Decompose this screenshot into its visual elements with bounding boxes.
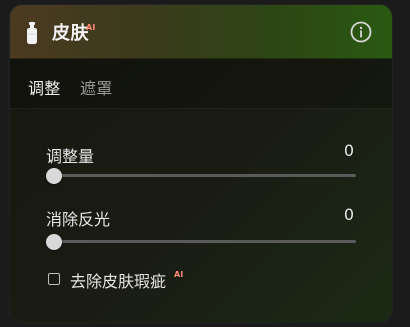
remove-blemishes-row[interactable]: 去除皮肤瑕疵 AI — [48, 268, 348, 292]
remove-shine-slider-track[interactable] — [46, 233, 356, 250]
adjust-amount-label: 调整量 — [46, 147, 95, 166]
panel-title: 皮肤 — [52, 23, 89, 44]
adjust-amount-slider-thumb[interactable] — [46, 167, 62, 184]
skin-panel: 皮肤 AI 调整 遮罩 调整量 0 消除反光 0 去除皮肤瑕疵 AI — [10, 5, 392, 322]
remove-blemishes-ai-badge: AI — [174, 270, 184, 279]
remove-blemishes-label: 去除皮肤瑕疵 — [70, 272, 167, 291]
tab-adjust[interactable]: 调整 — [28, 75, 60, 99]
panel-header: 皮肤 AI — [10, 5, 392, 59]
title-ai-badge: AI — [86, 23, 96, 32]
tab-mask[interactable]: 遮罩 — [80, 75, 112, 99]
remove-shine-label: 消除反光 — [46, 210, 111, 229]
info-icon[interactable] — [350, 21, 372, 43]
adjust-amount-slider-track[interactable] — [46, 167, 356, 184]
remove-blemishes-checkbox[interactable] — [48, 273, 60, 285]
adjust-amount-value: 0 — [343, 141, 354, 160]
tabs: 调整 遮罩 — [10, 59, 392, 109]
remove-shine-slider-thumb[interactable] — [46, 233, 62, 250]
remove-shine-value: 0 — [343, 205, 354, 224]
bottle-icon — [27, 22, 37, 44]
